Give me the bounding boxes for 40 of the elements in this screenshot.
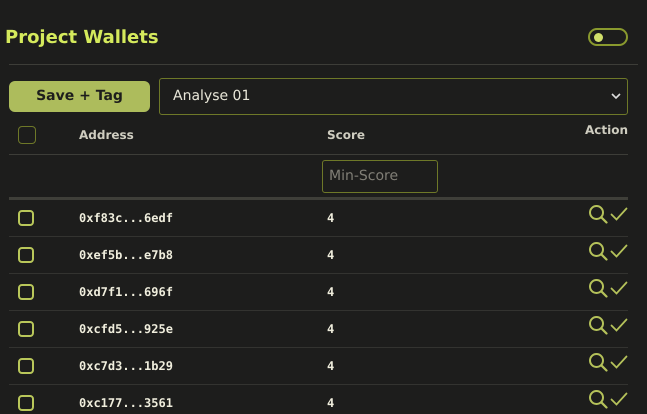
search-icon[interactable] — [588, 352, 608, 372]
row-checkbox[interactable] — [18, 284, 34, 300]
search-icon[interactable] — [588, 241, 608, 261]
checkmark-icon[interactable] — [610, 207, 628, 221]
address-cell-text: 0xc7d3...1b29 — [79, 359, 174, 373]
row-checkbox[interactable] — [18, 358, 34, 374]
column-header: Score — [327, 128, 366, 142]
row-checkbox[interactable] — [18, 210, 34, 226]
checkmark-icon[interactable] — [610, 355, 628, 369]
address-cell-text: 0xc177...3561 — [79, 396, 174, 410]
checkmark-icon[interactable] — [610, 392, 628, 406]
score-cell-text: 4 — [327, 322, 336, 336]
score-cell-text: 4 — [327, 248, 336, 262]
score-cell-text: 4 — [327, 285, 336, 299]
column-header: Address — [79, 128, 135, 142]
search-icon[interactable] — [588, 315, 608, 335]
min-score-field[interactable]: Min-Score — [322, 160, 438, 192]
address-cell-text: 0xf83c...6edf — [79, 211, 174, 225]
chevron-down-icon — [611, 92, 621, 100]
row-checkbox[interactable] — [18, 321, 34, 337]
select-all-checkbox[interactable] — [18, 126, 36, 144]
checkmark-icon[interactable] — [610, 244, 628, 258]
checkmark-icon[interactable] — [610, 281, 628, 295]
save-tag-button[interactable]: Save + Tag — [9, 80, 150, 112]
row-checkbox[interactable] — [18, 395, 34, 411]
search-icon[interactable] — [588, 204, 608, 224]
address-cell-text: 0xef5b...e7b8 — [79, 248, 174, 262]
column-header: Action — [584, 123, 628, 137]
score-cell-text: 4 — [327, 359, 336, 373]
address-cell-text: 0xcfd5...925e — [79, 322, 174, 336]
panel-title: Project Wallets — [5, 26, 159, 48]
checkmark-icon[interactable] — [610, 318, 628, 332]
score-cell-text: 4 — [327, 211, 336, 225]
score-cell-text: 4 — [327, 396, 336, 410]
address-cell-text: 0xd7f1...696f — [79, 285, 174, 299]
search-icon[interactable] — [588, 389, 608, 409]
row-checkbox[interactable] — [18, 247, 34, 263]
toggle-switch[interactable] — [588, 28, 628, 46]
analysis-select[interactable]: Analyse 01 — [159, 78, 628, 114]
search-icon[interactable] — [588, 278, 608, 298]
